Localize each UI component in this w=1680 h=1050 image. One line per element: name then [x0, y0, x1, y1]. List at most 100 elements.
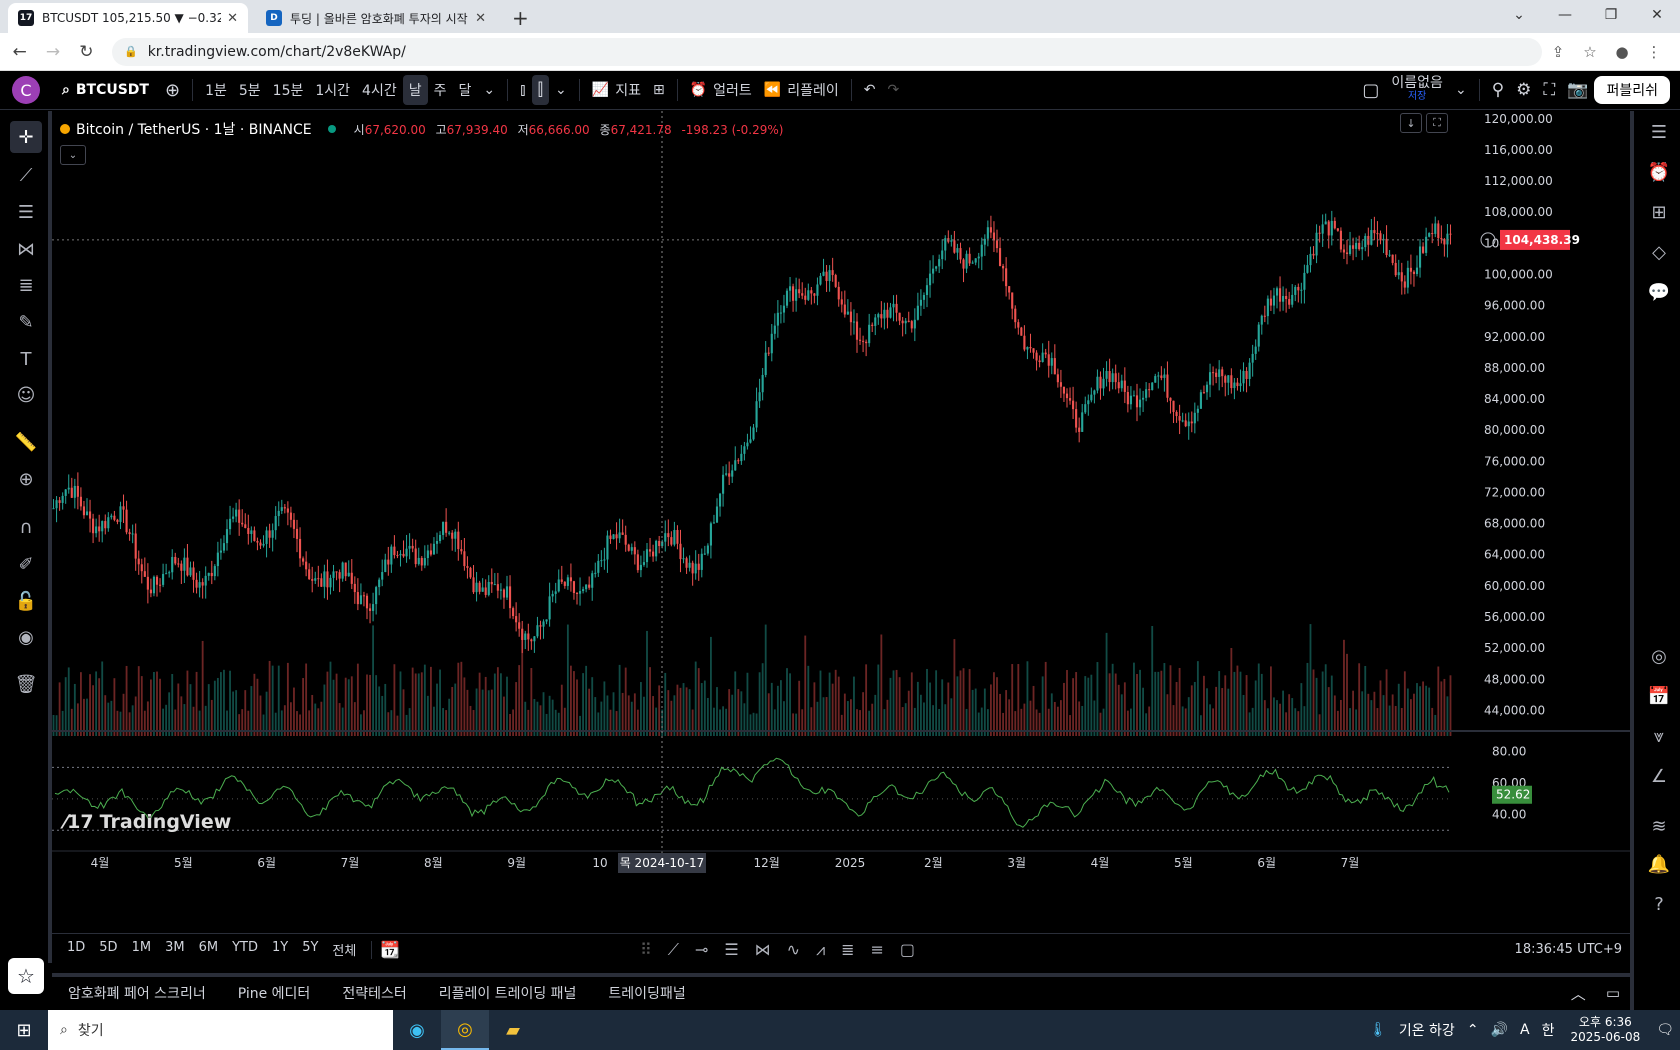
layout-name-button[interactable]: 이름없음 저장 — [1391, 76, 1443, 103]
xabcd-pattern-icon[interactable]: ⋈ — [747, 940, 779, 959]
range-8[interactable]: 전체 — [325, 940, 363, 959]
korean-ime-icon[interactable]: 한 — [1536, 1020, 1561, 1040]
interval-chevron-icon[interactable]: ⌄ — [477, 75, 501, 105]
interval-0[interactable]: 1분 — [199, 75, 233, 105]
share-icon[interactable]: ⇪ — [1542, 43, 1574, 61]
layers-icon[interactable]: ◇ — [1644, 237, 1674, 267]
weather-text[interactable]: 기온 하강 — [1393, 1020, 1461, 1040]
pattern-icon[interactable]: ⋈ — [10, 233, 42, 265]
crosshair-icon[interactable]: ✛ — [10, 121, 42, 153]
redo-icon[interactable]: ↷ — [881, 75, 905, 105]
range-5[interactable]: YTD — [225, 940, 265, 959]
browser-tab-tooding[interactable]: D 투딩 | 올바른 암호화폐 투자의 시작 ✕ — [256, 3, 496, 33]
panel-tab-3[interactable]: 리플레이 트레이딩 패널 — [423, 983, 593, 1003]
parallel-channel-icon[interactable]: ☰ — [716, 940, 746, 959]
range-4[interactable]: 6M — [192, 940, 226, 959]
fullscreen-icon[interactable]: ⛶ — [1537, 75, 1561, 105]
close-tab-icon[interactable]: ✕ — [227, 11, 238, 26]
windows-start-icon[interactable]: ⊞ — [0, 1010, 48, 1050]
object-tree-icon[interactable]: ⊞ — [1644, 197, 1674, 227]
file-explorer-icon[interactable]: ▰ — [489, 1010, 537, 1050]
gann-tool-icon[interactable]: ≡ — [863, 940, 892, 959]
interval-6[interactable]: 주 — [428, 75, 453, 105]
arrow-down-icon[interactable]: ↓ — [1400, 113, 1422, 133]
text-icon[interactable]: T — [10, 343, 42, 375]
panel-tab-2[interactable]: 전략테스터 — [326, 983, 422, 1003]
maximize-panel-icon[interactable]: ▭ — [1596, 984, 1630, 1002]
menu-icon[interactable]: ⋮ — [1638, 43, 1670, 61]
calendar-icon[interactable]: 📅 — [1644, 681, 1674, 711]
rss-icon[interactable]: ≋ — [1644, 811, 1674, 841]
fib-retracement-icon[interactable]: ≣ — [10, 269, 42, 301]
edge-browser-icon[interactable]: ◉ — [393, 1010, 441, 1050]
range-2[interactable]: 1M — [125, 940, 159, 959]
trend-line-icon[interactable]: ⟋ — [10, 159, 42, 191]
volume-icon[interactable]: 🔊 — [1485, 1022, 1514, 1038]
maximize-pane-icon[interactable]: ⛶ — [1426, 113, 1448, 133]
replay-button[interactable]: ⏪ 리플레이 — [758, 75, 845, 105]
price-chart-svg[interactable]: 120,000.00 116,000.00 112,000.00 108,000.00… — [52, 111, 1630, 929]
brush-icon[interactable]: ✎ — [10, 306, 42, 338]
chrome-browser-icon[interactable]: ◎ — [441, 1010, 489, 1050]
bookmark-star-icon[interactable]: ☆ — [1574, 43, 1606, 61]
target-icon[interactable]: ◎ — [1644, 641, 1674, 671]
avatar[interactable]: C — [12, 76, 40, 104]
eye-icon[interactable]: ◉ — [10, 621, 42, 653]
browser-tab-tradingview[interactable]: 17 BTCUSDT 105,215.50 ▼ −0.32% ✕ — [8, 3, 248, 33]
fullscreen-layout-icon[interactable]: ▢ — [1356, 75, 1385, 105]
range-3[interactable]: 3M — [158, 940, 192, 959]
range-6[interactable]: 1Y — [265, 940, 295, 959]
profile-icon[interactable]: ● — [1606, 43, 1638, 61]
back-icon[interactable]: ← — [6, 38, 33, 66]
lock-icon[interactable]: 🔓 — [10, 585, 42, 617]
ray-tool-icon[interactable]: ⊸ — [687, 940, 716, 959]
alerts-clock-icon[interactable]: ⏰ — [1644, 157, 1674, 187]
taskbar-clock[interactable]: 오후 6:36 2025-06-08 — [1560, 1015, 1650, 1045]
minimize-icon[interactable]: — — [1542, 0, 1588, 30]
alert-button[interactable]: ⏰ 얼러트 — [684, 75, 758, 105]
pattern-scan-icon[interactable]: ⩔ — [1644, 721, 1674, 751]
reload-icon[interactable]: ↻ — [73, 38, 100, 66]
range-0[interactable]: 1D — [60, 940, 92, 959]
close-window-icon[interactable]: ✕ — [1634, 0, 1680, 30]
elliott-wave-icon[interactable]: ∿ — [779, 940, 808, 959]
abc-wave-icon[interactable]: ⩘ — [808, 940, 833, 960]
interval-5[interactable]: 날 — [402, 75, 428, 105]
undo-icon[interactable]: ↶ — [858, 75, 882, 105]
ime-indicator[interactable]: A — [1514, 1022, 1536, 1038]
range-7[interactable]: 5Y — [295, 940, 325, 959]
interval-2[interactable]: 15분 — [267, 75, 310, 105]
go-to-date-icon[interactable]: 📆 — [380, 940, 400, 959]
range-1[interactable]: 5D — [92, 940, 124, 959]
new-tab-icon[interactable]: + — [504, 3, 537, 33]
bell-icon[interactable]: 🔔 — [1644, 849, 1674, 879]
publish-button[interactable]: 퍼블리쉬 — [1594, 76, 1670, 104]
ruler-icon[interactable]: 📏 — [10, 426, 42, 458]
favorites-star-icon[interactable]: ☆ — [8, 958, 44, 994]
layouts-grid-icon[interactable]: ⊞ — [647, 75, 671, 105]
panel-tab-0[interactable]: 암호화폐 페어 스크리너 — [52, 983, 222, 1003]
drag-handle-icon[interactable]: ⠿ — [632, 940, 660, 959]
restore-icon[interactable]: ❐ — [1588, 0, 1634, 30]
taskbar-search[interactable]: ⌕ 찾기 — [48, 1010, 393, 1050]
candle-style-icon[interactable]: ⫿ — [531, 75, 550, 105]
rectangle-tool-icon[interactable]: ▢ — [892, 940, 923, 959]
tray-chevron-icon[interactable]: ⌃ — [1461, 1022, 1485, 1038]
url-field[interactable]: 🔒 kr.tradingview.com/chart/2v8eKWAp/ — [111, 37, 1542, 66]
watchlist-icon[interactable]: ☰ — [1644, 117, 1674, 147]
panel-tab-1[interactable]: Pine 에디터 — [222, 983, 327, 1003]
help-icon[interactable]: ? — [1644, 889, 1674, 919]
fib-tool-icon[interactable]: ≣ — [833, 940, 862, 959]
close-tab-icon[interactable]: ✕ — [475, 11, 486, 26]
tab-search-chevron-icon[interactable]: ⌄ — [1496, 0, 1542, 30]
chart-pane[interactable]: 120,000.00 116,000.00 112,000.00 108,000.00… — [52, 111, 1630, 929]
magnet-icon[interactable]: ∩ — [10, 511, 42, 543]
session-clock[interactable]: 18:36:45 UTC+9 — [1515, 942, 1622, 957]
horizontal-lines-icon[interactable]: ☰ — [10, 196, 42, 228]
interval-7[interactable]: 달 — [452, 75, 477, 105]
quick-search-icon[interactable]: ⚲ — [1486, 75, 1510, 105]
interval-3[interactable]: 1시간 — [309, 75, 356, 105]
trash-icon[interactable]: 🗑 — [10, 668, 42, 700]
edit-lock-icon[interactable]: ✐ — [10, 548, 42, 580]
zoom-in-icon[interactable]: ⊕ — [10, 463, 42, 495]
